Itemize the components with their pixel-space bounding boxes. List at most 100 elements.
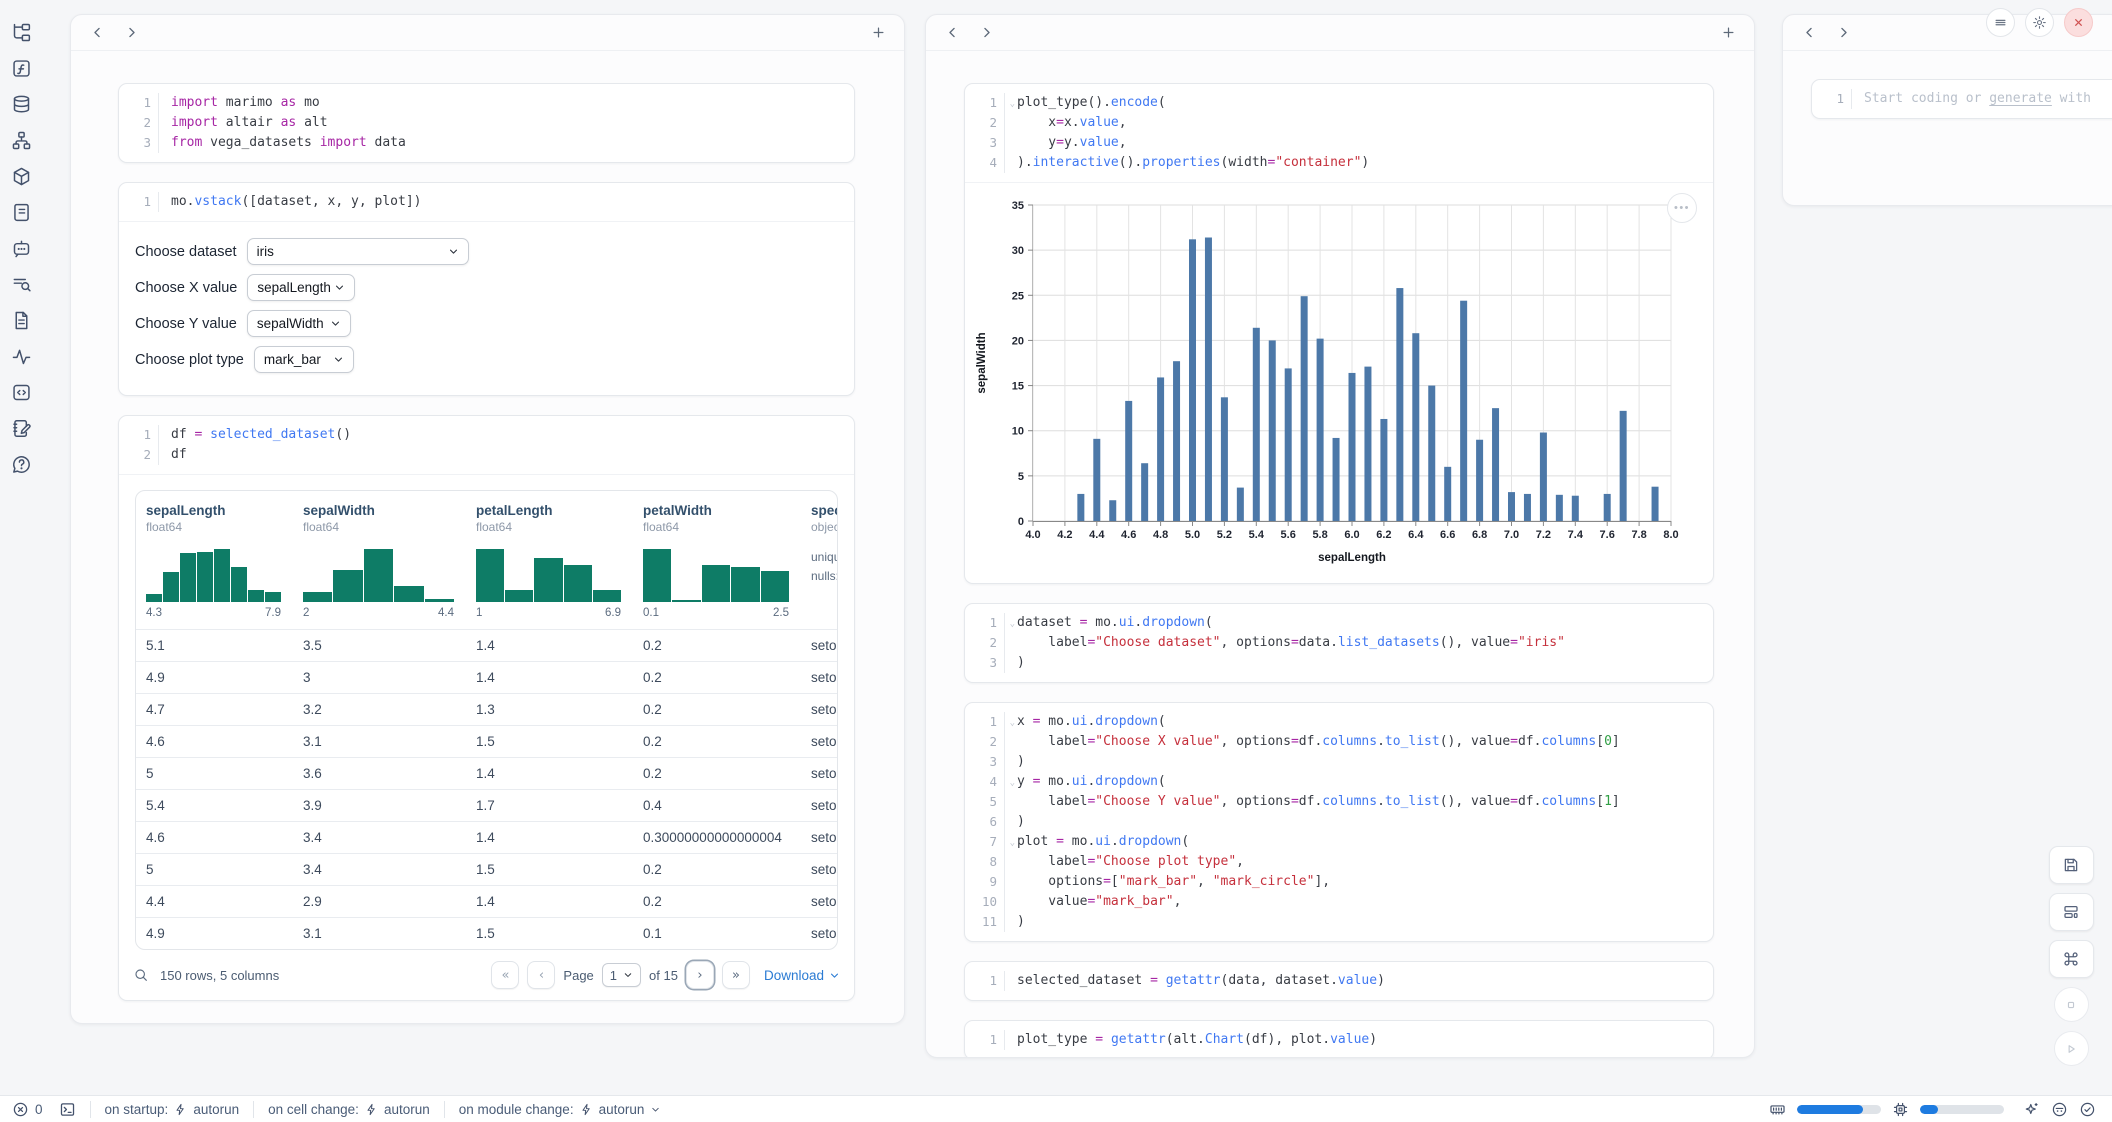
- sidebar-item-code-window[interactable]: [11, 382, 32, 403]
- column-prev-button[interactable]: [85, 21, 109, 45]
- sidebar-item-function-square[interactable]: [11, 58, 32, 79]
- dropdown-select-choose-dataset[interactable]: iris: [247, 238, 469, 265]
- fold-chevron-icon[interactable]: ⌄: [1005, 94, 1015, 114]
- sidebar-item-file-tree[interactable]: [11, 22, 32, 43]
- table-column-header[interactable]: sepalWidthfloat6424.4: [293, 503, 466, 619]
- sidebar-item-notebook-pen[interactable]: [11, 418, 32, 439]
- table-column-header[interactable]: petalWidthfloat640.12.5: [633, 503, 801, 619]
- column-2-toolbar: [926, 15, 1754, 51]
- code-line: 3): [965, 653, 1713, 673]
- table-column-header[interactable]: petalLengthfloat6416.9: [466, 503, 633, 619]
- connection-status-button[interactable]: [2079, 1101, 2096, 1118]
- column-1-toolbar: [71, 15, 904, 51]
- line-number: 1: [119, 93, 159, 113]
- page-select[interactable]: 1: [602, 963, 641, 987]
- table-cell: 4.9: [136, 662, 293, 693]
- table-column-header[interactable]: sepalLengthfloat644.37.9: [136, 503, 293, 619]
- column-next-button[interactable]: [1831, 21, 1855, 45]
- dropdown-select-choose-x-value[interactable]: sepalLength: [247, 274, 355, 301]
- fold-chevron-icon[interactable]: ⌄: [1005, 833, 1015, 853]
- fold-chevron-icon[interactable]: ⌄: [1005, 713, 1015, 733]
- notebook-pen-icon: [11, 418, 32, 439]
- histogram-bar: [564, 565, 592, 602]
- first-page-button[interactable]: «: [491, 961, 519, 989]
- code-editor[interactable]: 1selected_dataset = getattr(data, datase…: [965, 962, 1713, 1000]
- next-page-button[interactable]: ›: [686, 961, 714, 989]
- stat-line: nulls:: [811, 567, 825, 586]
- line-number: 3: [965, 752, 1005, 772]
- command-palette-button[interactable]: [2049, 940, 2094, 978]
- chevron-down-icon: [330, 318, 341, 329]
- run-button[interactable]: [2054, 1031, 2089, 1066]
- sidebar-item-list-search[interactable]: [11, 274, 32, 295]
- on-module-change-toggle[interactable]: on module change: autorun: [459, 1102, 662, 1117]
- sidebar-item-activity[interactable]: [11, 346, 32, 367]
- code-editor[interactable]: 1⌄plot_type().encode(2 x=x.value,3 y=y.v…: [965, 84, 1713, 182]
- sidebar-item-help-circle[interactable]: [11, 454, 32, 475]
- table-cell: 3.2: [293, 694, 466, 725]
- column-histogram: [643, 546, 789, 602]
- close-button[interactable]: [2064, 8, 2093, 37]
- table-header-row: sepalLengthfloat644.37.9sepalWidthfloat6…: [136, 491, 837, 629]
- editor-placeholder: Start coding or generate with: [1852, 89, 2091, 109]
- code-editor[interactable]: 1plot_type = getattr(alt.Chart(df), plot…: [965, 1021, 1713, 1058]
- code-editor[interactable]: 1mo.vstack([dataset, x, y, plot]): [119, 183, 854, 221]
- prev-page-button[interactable]: ‹: [527, 961, 555, 989]
- chevron-down-icon: [829, 970, 840, 981]
- code-editor[interactable]: 1 Start coding or generate with: [1812, 80, 2112, 118]
- bolt-icon: [174, 1103, 187, 1116]
- layout-button[interactable]: [2049, 893, 2094, 931]
- code-text: plot_type().encode(: [1005, 93, 1166, 113]
- column-prev-button[interactable]: [1797, 21, 1821, 45]
- altair-bar-chart[interactable]: 4.04.24.44.64.85.05.25.45.65.86.06.26.46…: [969, 191, 1709, 573]
- table-row: 4.73.21.30.2setosa: [136, 693, 837, 725]
- code-editor[interactable]: 1df = selected_dataset()2df: [119, 416, 854, 474]
- code-editor[interactable]: 1import marimo as mo2import altair as al…: [119, 84, 854, 162]
- command-icon: [2062, 950, 2080, 968]
- chat-bot-button[interactable]: [2051, 1101, 2068, 1118]
- layout-grid-icon: [2062, 903, 2080, 921]
- fold-chevron-icon[interactable]: ⌄: [1005, 614, 1015, 634]
- add-cell-button[interactable]: [1716, 21, 1740, 45]
- generate-link[interactable]: generate: [1989, 91, 2052, 106]
- on-cell-change-toggle[interactable]: on cell change: autorun: [268, 1102, 430, 1117]
- ai-assist-button[interactable]: [2023, 1101, 2040, 1118]
- column-next-button[interactable]: [119, 21, 143, 45]
- last-page-button[interactable]: »: [722, 961, 750, 989]
- chart-menu-button[interactable]: •••: [1667, 193, 1697, 223]
- code-line: 8 label="Choose plot type",: [965, 852, 1713, 872]
- sidebar-item-package[interactable]: [11, 166, 32, 187]
- code-editor[interactable]: 1⌄dataset = mo.ui.dropdown(2 label="Choo…: [965, 604, 1713, 682]
- dropdown-select-choose-plot-type[interactable]: mark_bar: [254, 346, 354, 373]
- save-notebook-button[interactable]: [2049, 846, 2094, 884]
- dropdown-select-choose-y-value[interactable]: sepalWidth: [247, 310, 351, 337]
- svg-text:5.2: 5.2: [1217, 529, 1232, 541]
- fold-chevron-icon[interactable]: ⌄: [1005, 773, 1015, 793]
- sidebar-item-file-text[interactable]: [11, 310, 32, 331]
- sidebar-item-database[interactable]: [11, 94, 32, 115]
- sidebar-item-scroll-text[interactable]: [11, 202, 32, 223]
- svg-text:5: 5: [1018, 471, 1024, 483]
- svg-text:5.8: 5.8: [1312, 529, 1327, 541]
- settings-button[interactable]: [2025, 8, 2054, 37]
- sidebar-item-workflow[interactable]: [11, 130, 32, 151]
- add-cell-button[interactable]: [866, 21, 890, 45]
- column-prev-button[interactable]: [940, 21, 964, 45]
- notebook-column-1: 1import marimo as mo2import altair as al…: [70, 14, 905, 1024]
- gear-icon: [2032, 15, 2047, 30]
- memory-icon: [1769, 1101, 1786, 1118]
- on-startup-toggle[interactable]: on startup: autorun: [105, 1102, 240, 1117]
- column-next-button[interactable]: [974, 21, 998, 45]
- code-editor[interactable]: 1⌄x = mo.ui.dropdown(2 label="Choose X v…: [965, 703, 1713, 941]
- menu-button[interactable]: [1986, 8, 2015, 37]
- table-search-button[interactable]: [133, 967, 149, 983]
- sidebar-item-bot-chat[interactable]: [11, 238, 32, 259]
- download-button[interactable]: Download: [764, 968, 840, 983]
- table-row: 53.41.50.2setosa: [136, 853, 837, 885]
- errors-indicator[interactable]: [12, 1101, 29, 1118]
- table-column-header[interactable]: speciesobjectuniquenulls:: [801, 503, 837, 619]
- terminal-button[interactable]: [59, 1101, 76, 1118]
- histogram-bar: [593, 590, 621, 602]
- svg-text:6.4: 6.4: [1408, 529, 1424, 541]
- interrupt-button[interactable]: [2054, 987, 2089, 1022]
